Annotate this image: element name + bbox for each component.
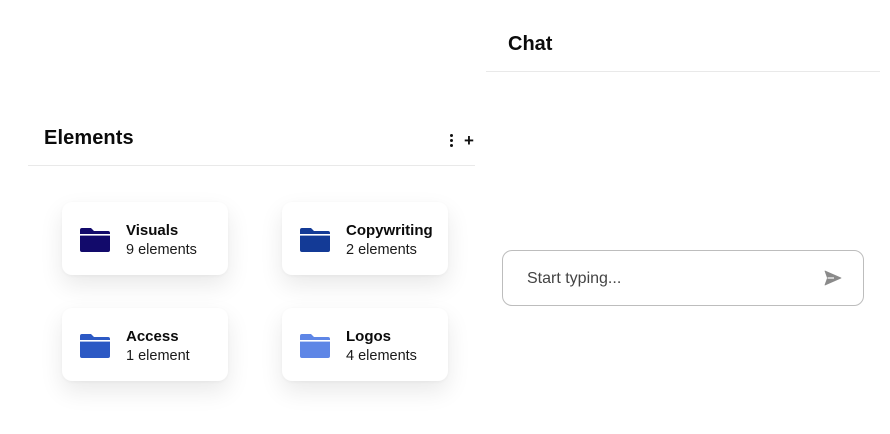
folder-count: 1 element [126, 348, 190, 364]
more-options-button[interactable] [445, 131, 457, 149]
folder-icon [300, 334, 330, 358]
send-icon[interactable] [823, 268, 843, 288]
add-element-button[interactable]: + [463, 131, 475, 149]
folder-name: Logos [346, 328, 391, 345]
folder-name: Access [126, 328, 179, 345]
chat-input-box [502, 250, 864, 306]
folder-name: Visuals [126, 222, 179, 239]
chat-panel: Chat [486, 0, 880, 434]
plus-icon: + [464, 130, 474, 150]
elements-title: Elements [44, 127, 134, 149]
folder-icon [300, 228, 330, 252]
chat-header: Chat [486, 0, 880, 72]
elements-header: Elements + [28, 112, 475, 166]
elements-panel: Elements + Visuals 9 elements Copywritin… [28, 112, 475, 434]
more-vertical-icon [449, 133, 453, 147]
elements-header-actions: + [445, 131, 475, 149]
folder-count: 4 elements [346, 348, 417, 364]
folder-card-logos[interactable]: Logos 4 elements [282, 308, 448, 381]
folder-count: 9 elements [126, 242, 197, 258]
folder-card-access[interactable]: Access 1 element [62, 308, 228, 381]
chat-message-input[interactable] [525, 267, 819, 291]
folder-count: 2 elements [346, 242, 417, 258]
chat-title: Chat [508, 33, 553, 55]
folder-name: Copywriting [346, 222, 433, 239]
folder-icon [80, 334, 110, 358]
folder-card-copywriting[interactable]: Copywriting 2 elements [282, 202, 448, 275]
folder-icon [80, 228, 110, 252]
folder-card-visuals[interactable]: Visuals 9 elements [62, 202, 228, 275]
